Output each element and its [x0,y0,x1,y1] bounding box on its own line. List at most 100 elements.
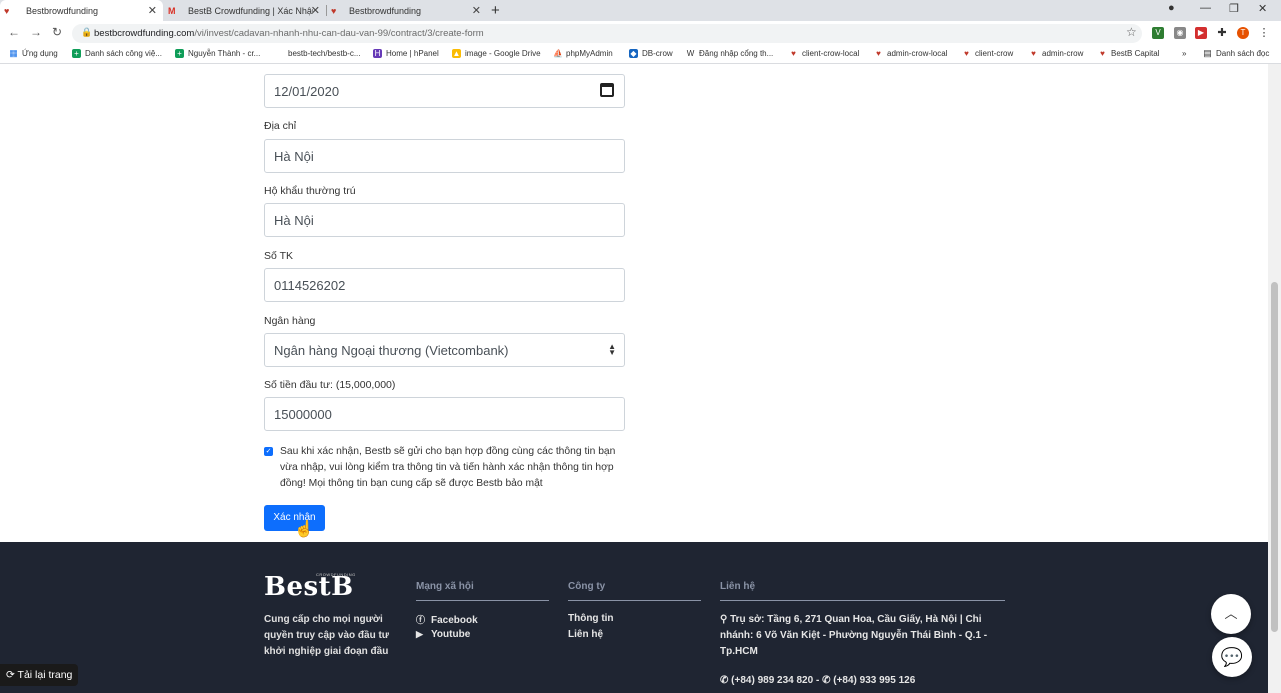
company-title: Công ty [568,581,606,592]
bookmark-9[interactable]: ♥ client-crow-local [789,49,859,58]
footer-logo-sub: CROWDFUNDING [316,572,356,577]
url-text[interactable]: bestbcrowdfunding.com/vi/invest/cadavan-… [94,28,484,39]
residence-label: Hộ khẩu thường trú [264,185,356,197]
close-tab-icon[interactable]: ✕ [311,4,320,17]
record-icon[interactable]: ▶ [1195,27,1207,39]
bookmark-2[interactable]: + Nguyễn Thành - cr... [175,49,260,58]
consent-checkbox[interactable]: ✓ [264,447,273,456]
menu-kebab-icon[interactable]: ⋮ [1258,27,1270,39]
bookmark-5[interactable]: ▲ image - Google Drive [452,49,541,58]
forward-icon[interactable]: → [30,25,42,39]
messenger-button[interactable]: 💬 [1212,637,1252,677]
bookmark-13[interactable]: ♥ BestB Capital [1098,49,1159,58]
bookmarks-bar: ▦ Ứng dụng + Danh sách công việ... + Nguyễn… [0,46,1281,64]
bookmark-3[interactable]: bestb-tech/bestb-c... [275,49,360,58]
phone-icon: ✆ [822,675,834,686]
youtube-icon: ▶ [416,629,423,639]
browser-chrome: ♥ Bestbrowdfunding ✕ M BestB Crowdfundin… [0,0,1281,64]
address-label: Địa chỉ [264,120,297,132]
amount-label: Số tiền đầu tư: (15,000,000) [264,379,396,391]
contact-link[interactable]: Liên hệ [568,629,603,640]
tab-title: BestB Crowdfunding | Xác Nhận … [188,5,313,16]
close-tab-icon[interactable]: ✕ [472,4,481,17]
profile-circle-icon[interactable]: ● [1168,2,1175,14]
youtube-link[interactable]: ▶ Youtube [416,629,470,640]
contact-address: ⚲ Trụ sở: Tầng 6, 271 Quan Hoa, Cầu Giấy… [720,614,988,657]
reload-icon: ⟳ [6,669,18,681]
bookmark-apps[interactable]: ▦ Ứng dụng [9,48,58,59]
scroll-to-top-button[interactable]: ︿ [1211,594,1251,634]
apps-icon: ▦ [9,48,18,58]
contact-title: Liên hệ [720,581,756,592]
camera-icon[interactable]: ◉ [1174,27,1186,39]
new-tab-icon[interactable]: + [491,2,500,19]
bookmarks-overflow-icon[interactable]: » [1182,49,1186,58]
bank-label: Ngân hàng [264,315,316,327]
tab-title: Bestbrowdfunding [26,5,99,16]
address-input[interactable]: Hà Nội [264,139,625,173]
avatar[interactable]: T [1237,27,1249,39]
bestb-favicon-icon: ♥ [4,5,10,16]
close-tab-icon[interactable]: ✕ [148,4,157,17]
drive-icon: ▲ [452,49,461,58]
minimize-icon[interactable]: — [1200,2,1211,14]
divider [720,600,1005,601]
restore-icon[interactable]: ❐ [1229,2,1239,15]
bookmark-star-icon[interactable]: ☆ [1126,25,1137,39]
tab-title: Bestbrowdfunding [349,5,422,16]
sheets-icon: + [175,49,184,58]
amount-input[interactable]: 15000000 [264,397,625,431]
reading-list-icon: ▤ [1203,48,1212,58]
contact-phones: ✆ (+84) 989 234 820 - ✆ (+84) 933 995 12… [720,675,916,686]
bookmark-10[interactable]: ♥ admin-crow-local [874,49,947,58]
bank-select[interactable]: Ngân hàng Ngoại thương (Vietcombank) ▲ ▼ [264,333,625,367]
bookmark-7[interactable]: ◆ DB-crow [629,49,673,58]
tab-strip: ♥ Bestbrowdfunding ✕ M BestB Crowdfundin… [0,0,1281,21]
lock-icon[interactable]: 🔒 [81,27,92,38]
bookmark-4[interactable]: H Home | hPanel [373,49,439,58]
calendar-icon[interactable] [600,83,614,97]
account-number-input[interactable]: 0114526202 [264,268,625,302]
tab-gmail[interactable]: M BestB Crowdfunding | Xác Nhận … ✕ [164,0,327,21]
bookmark-1[interactable]: + Danh sách công việ... [72,49,162,58]
select-arrows-icon: ▲ ▼ [608,342,616,357]
bookmark-12[interactable]: ♥ admin-crow [1029,49,1083,58]
phone-icon: ✆ [720,675,732,686]
date-input[interactable]: 12/01/2020 [264,74,625,108]
facebook-icon: ⓕ [416,615,426,625]
bestb-icon: ♥ [962,49,971,58]
bestb-icon: ♥ [789,49,798,58]
reload-icon[interactable]: ↻ [52,25,62,39]
account-label: Số TK [264,250,293,262]
footer: BestB CROWDFUNDING Cung cấp cho mọi ngườ… [0,542,1268,693]
consent-text: Sau khi xác nhận, Bestb sẽ gửi cho bạn h… [280,446,616,489]
db-icon: ◆ [629,49,638,58]
github-icon [275,49,284,58]
extensions-icon[interactable]: ✚ [1216,27,1228,39]
divider [568,600,701,601]
messenger-icon: 💬 [1220,647,1244,667]
bookmark-8[interactable]: W Đăng nhập cổng th... [686,49,773,58]
reload-page-button[interactable]: ⟳ Tải lại trang [0,664,79,686]
residence-input[interactable]: Hà Nội [264,203,625,237]
bestb-icon: ♥ [1029,49,1038,58]
bookmark-6[interactable]: ⛵ phpMyAdmin [553,49,613,58]
bestb-favicon-icon: ♥ [331,5,337,16]
vue-devtools-icon[interactable]: V [1152,27,1164,39]
tab-bestbrowdfunding-active[interactable]: ♥ Bestbrowdfunding ✕ [0,0,163,21]
facebook-link[interactable]: ⓕ Facebook [416,613,478,626]
info-link[interactable]: Thông tin [568,613,614,624]
social-title: Mạng xã hội [416,581,474,592]
back-icon[interactable]: ← [8,25,20,39]
tab-bestbrowdfunding[interactable]: ♥ Bestbrowdfunding ✕ [327,0,487,21]
divider [416,600,549,601]
bookmark-11[interactable]: ♥ client-crow [962,49,1013,58]
page-scrollbar[interactable] [1268,64,1281,693]
scrollbar-thumb[interactable] [1271,282,1278,632]
reading-list[interactable]: ▤ Danh sách đọc [1203,49,1269,58]
hand-cursor-icon: ☝ [294,521,314,538]
page-content: 12/01/2020 Địa chỉ Hà Nội Hộ khẩu thường… [0,64,1268,693]
sheets-icon: + [72,49,81,58]
close-window-icon[interactable]: ✕ [1258,2,1267,15]
map-marker-icon: ⚲ [720,614,731,625]
